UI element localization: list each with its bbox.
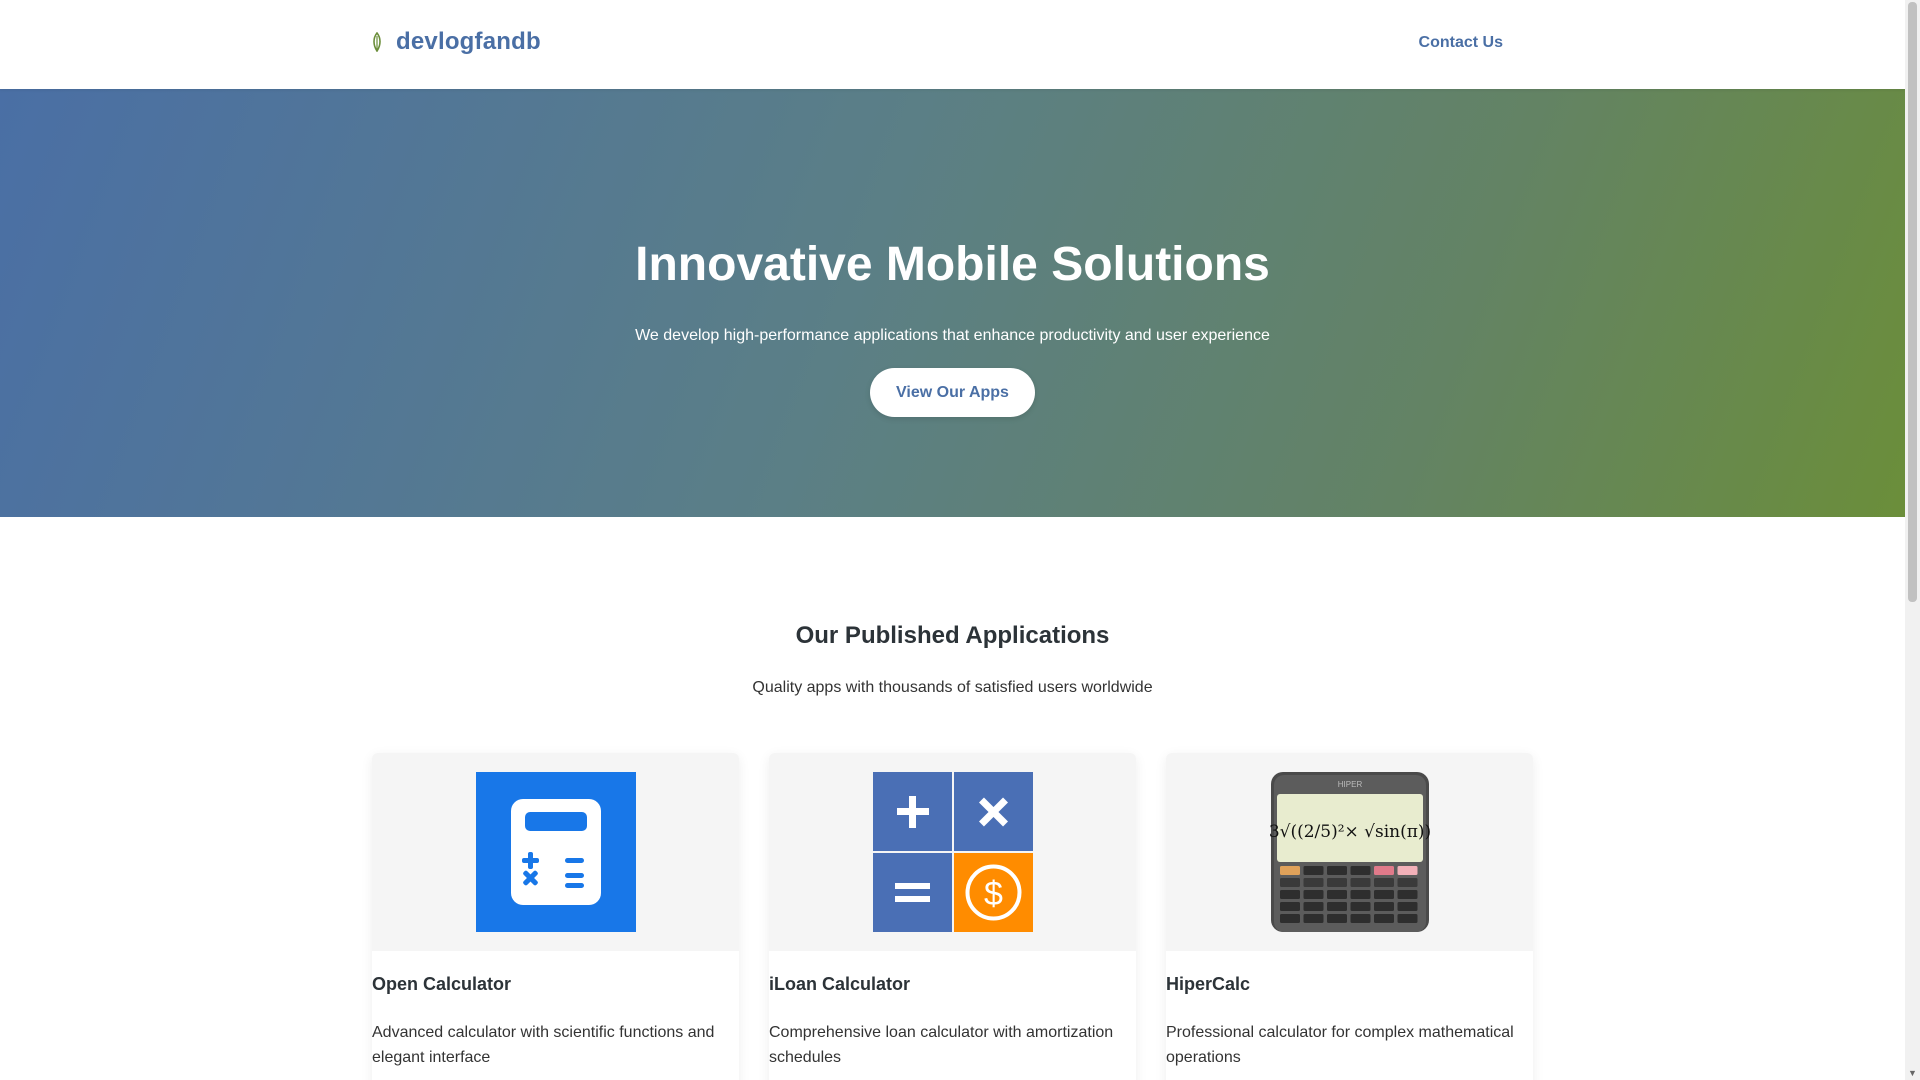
hero-section: Innovative Mobile Solutions We develop h… xyxy=(0,89,1905,517)
page: devlogfandb Contact Us Innovative Mobile… xyxy=(0,0,1905,1080)
app-image: HIPER 3√((2/5)²× √sin(π)) xyxy=(1166,753,1533,951)
calculator-key xyxy=(1326,902,1347,911)
calculator-key xyxy=(1397,878,1417,887)
calculator-key xyxy=(1350,914,1370,923)
apps-section-title: Our Published Applications xyxy=(795,622,1110,649)
app-image xyxy=(372,753,739,951)
hero-title: Innovative Mobile Solutions xyxy=(635,238,1270,291)
loan-calculator-app-icon: $ xyxy=(872,772,1033,932)
calculator-key xyxy=(1326,890,1347,899)
contact-us-link[interactable]: Contact Us xyxy=(1419,34,1503,52)
calculator-key xyxy=(1350,890,1370,899)
app-description: Advanced calculator with scientific func… xyxy=(372,1024,715,1066)
calculator-key xyxy=(1303,890,1323,899)
app-description: Comprehensive loan calculator with amort… xyxy=(769,1024,1114,1066)
calculator-key xyxy=(1303,878,1323,887)
app-name: HiperCalc xyxy=(1166,974,1251,994)
calculator-key xyxy=(1279,866,1300,875)
calculator-key xyxy=(1279,878,1300,887)
app-image: $ xyxy=(769,753,1136,951)
calculator-key xyxy=(1397,890,1417,899)
hero-subtitle: We develop high-performance applications… xyxy=(635,327,1270,344)
app-card-iloan-calculator[interactable]: $ iLoan Calculator Comprehensive loan ca… xyxy=(769,753,1136,1080)
calculator-key xyxy=(1397,902,1417,911)
app-card-open-calculator[interactable]: Open Calculator Advanced calculator with… xyxy=(372,753,739,1080)
calculator-key xyxy=(1373,914,1394,923)
site-header: devlogfandb Contact Us xyxy=(0,0,1905,89)
calculator-key xyxy=(1373,890,1394,899)
app-name: iLoan Calculator xyxy=(769,974,911,994)
calculator-key xyxy=(1279,902,1300,911)
calculator-app-icon xyxy=(475,772,636,932)
calculator-screen-formula: 3√((2/5)²× √sin(π)) xyxy=(1270,822,1430,842)
calculator-key xyxy=(1326,914,1347,923)
calculator-key xyxy=(1373,878,1394,887)
scientific-calculator-app-icon: HIPER 3√((2/5)²× √sin(π)) xyxy=(1270,772,1430,932)
svg-text:$: $ xyxy=(984,875,1003,913)
app-name: Open Calculator xyxy=(372,974,512,994)
calculator-brand-text: HIPER xyxy=(1337,780,1362,789)
calculator-key xyxy=(1350,866,1370,875)
leaf-icon xyxy=(373,32,381,52)
calculator-key xyxy=(1303,914,1323,923)
apps-section-subtitle: Quality apps with thousands of satisfied… xyxy=(752,679,1153,696)
app-card-hipercalc[interactable]: HIPER 3√((2/5)²× √sin(π)) HiperCalc Prof… xyxy=(1166,753,1533,1080)
calculator-key xyxy=(1373,902,1394,911)
scroll-down-arrow-icon[interactable]: ▼ xyxy=(1908,1068,1917,1078)
brand[interactable]: devlogfandb xyxy=(372,28,541,56)
calculator-key xyxy=(1350,878,1370,887)
calculator-key xyxy=(1279,914,1300,923)
calculator-key xyxy=(1373,866,1394,875)
brand-name: devlogfandb xyxy=(396,28,541,55)
calculator-key xyxy=(1303,902,1323,911)
app-description: Professional calculator for complex math… xyxy=(1166,1024,1514,1066)
calculator-key xyxy=(1279,890,1300,899)
calculator-key xyxy=(1303,866,1323,875)
view-apps-button[interactable]: View Our Apps xyxy=(870,368,1035,417)
scrollbar-thumb[interactable] xyxy=(1908,2,1917,602)
calculator-key xyxy=(1397,866,1417,875)
calculator-key xyxy=(1350,902,1370,911)
calculator-key xyxy=(1326,866,1347,875)
calculator-key xyxy=(1326,878,1347,887)
vertical-scrollbar[interactable]: ▼ xyxy=(1905,0,1920,1080)
calculator-key xyxy=(1397,914,1417,923)
